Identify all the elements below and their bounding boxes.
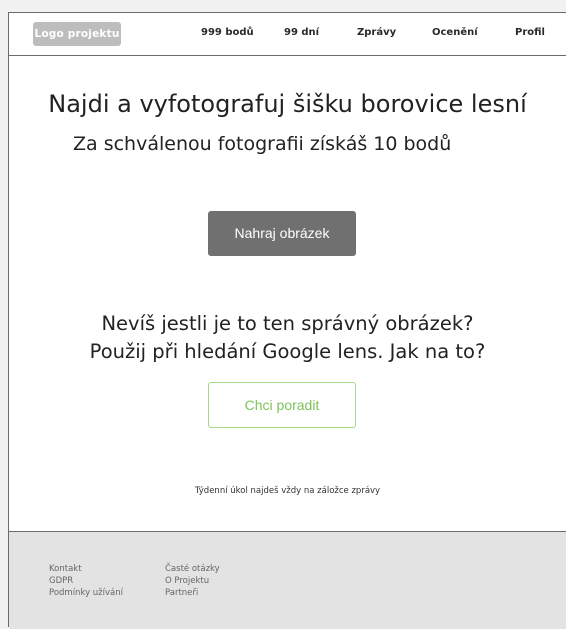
nav-profile[interactable]: Profil bbox=[515, 27, 545, 38]
footer-link-terms[interactable]: Podmínky užívání bbox=[49, 587, 123, 599]
project-logo[interactable]: Logo projektu bbox=[33, 22, 121, 46]
nav-points[interactable]: 999 bodů bbox=[201, 27, 254, 38]
nav-messages[interactable]: Zprávy bbox=[357, 27, 396, 38]
task-title: Najdi a vyfotografuj šišku borovice lesn… bbox=[48, 90, 527, 118]
footer-column-left: Kontakt GDPR Podmínky užívání bbox=[49, 563, 123, 599]
upload-image-button[interactable]: Nahraj obrázek bbox=[208, 211, 356, 256]
weekly-task-hint: Týdenní úkol najdeš vždy na záložce zprá… bbox=[194, 486, 381, 496]
top-navigation: Logo projektu 999 bodů 99 dní Zprávy Oce… bbox=[9, 13, 566, 56]
get-advice-button[interactable]: Chci poradit bbox=[208, 382, 356, 428]
help-question: Nevíš jestli je to ten správný obrázek? bbox=[101, 312, 474, 335]
footer-link-about[interactable]: O Projektu bbox=[165, 575, 220, 587]
footer-column-right: Časté otázky O Projektu Partneři bbox=[165, 563, 220, 599]
footer-link-contact[interactable]: Kontakt bbox=[49, 563, 123, 575]
help-instruction: Použij při hledání Google lens. Jak na t… bbox=[89, 340, 486, 363]
footer-link-gdpr[interactable]: GDPR bbox=[49, 575, 123, 587]
nav-awards[interactable]: Ocenění bbox=[432, 27, 478, 38]
task-subtitle: Za schválenou fotografii získáš 10 bodů bbox=[73, 133, 452, 155]
main-content: Najdi a vyfotografuj šišku borovice lesn… bbox=[9, 56, 566, 530]
footer-link-faq[interactable]: Časté otázky bbox=[165, 563, 220, 575]
footer: Kontakt GDPR Podmínky užívání Časté otáz… bbox=[9, 531, 566, 629]
nav-days[interactable]: 99 dní bbox=[284, 27, 319, 38]
footer-link-partners[interactable]: Partneři bbox=[165, 587, 220, 599]
app-frame: Logo projektu 999 bodů 99 dní Zprávy Oce… bbox=[8, 12, 566, 629]
